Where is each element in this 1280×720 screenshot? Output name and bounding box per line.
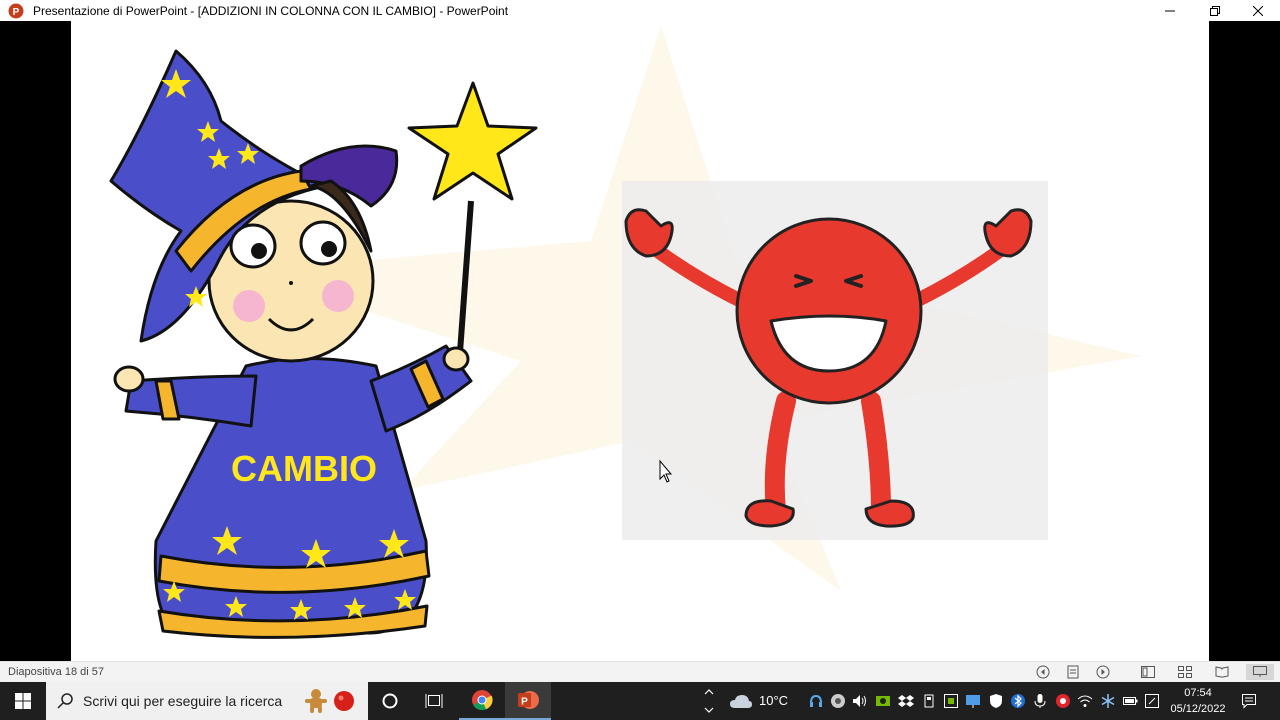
taskbar-clock[interactable]: 07:54 05/12/2022 xyxy=(1166,685,1230,717)
network-adapter-icon[interactable] xyxy=(943,693,959,709)
snowflake-icon[interactable] xyxy=(1100,693,1116,709)
minimize-icon xyxy=(1165,10,1175,11)
chrome-icon xyxy=(472,690,493,711)
task-view-button[interactable] xyxy=(411,682,457,720)
wizard-robe-text: CAMBIO xyxy=(231,448,377,489)
window-titlebar: P Presentazione di PowerPoint - [ADDIZIO… xyxy=(0,0,1280,21)
window-title: Presentazione di PowerPoint - [ADDIZIONI… xyxy=(33,3,509,18)
clock-date: 05/12/2022 xyxy=(1170,703,1226,715)
windows-icon xyxy=(15,693,31,709)
svg-text:P: P xyxy=(521,697,528,708)
close-button[interactable] xyxy=(1236,0,1280,21)
slideshow-icon xyxy=(1253,666,1267,677)
slideshow-button[interactable] xyxy=(1246,664,1274,680)
slideshow-stage: CAMBIO xyxy=(0,21,1280,661)
minimize-button[interactable] xyxy=(1148,0,1192,21)
gingerbread-icon xyxy=(305,689,327,713)
next-icon xyxy=(1096,665,1110,679)
camera-tray-icon[interactable] xyxy=(830,693,846,709)
security-shield-icon[interactable] xyxy=(988,693,1004,709)
reading-view-icon xyxy=(1215,666,1229,678)
microphone-icon[interactable] xyxy=(1032,693,1048,709)
close-icon xyxy=(1253,5,1263,16)
restore-icon xyxy=(1210,5,1220,16)
slide-menu-button[interactable] xyxy=(1064,664,1082,680)
slide-sorter-icon xyxy=(1178,666,1192,678)
search-icon xyxy=(57,693,73,709)
restore-button[interactable] xyxy=(1193,0,1237,21)
taskbar: Scrivi qui per eseguire la ricerca P 10°… xyxy=(0,682,1280,720)
statusbar: Diapositiva 18 di 57 xyxy=(0,661,1280,682)
weather-temperature[interactable]: 10°C xyxy=(759,682,788,720)
powerpoint-taskbar-button[interactable]: P xyxy=(505,682,551,720)
previous-icon xyxy=(1036,665,1050,679)
headset-icon[interactable] xyxy=(808,693,824,709)
powerpoint-icon: P xyxy=(518,691,539,709)
slide-canvas: CAMBIO xyxy=(109,26,1141,639)
powerpoint-icon: P xyxy=(8,3,24,18)
weather-cloud-icon[interactable] xyxy=(729,693,753,709)
next-slide-button[interactable] xyxy=(1094,664,1112,680)
normal-view-button[interactable] xyxy=(1139,664,1157,680)
wand-star xyxy=(407,81,538,201)
normal-view-icon xyxy=(1141,666,1155,678)
recording-icon[interactable] xyxy=(1055,693,1071,709)
slide-counter: Diapositiva 18 di 57 xyxy=(8,666,105,678)
keyboard-layout-icon[interactable] xyxy=(1144,693,1160,709)
cortana-button[interactable] xyxy=(367,682,413,720)
reading-view-button[interactable] xyxy=(1213,664,1231,680)
slide-sorter-button[interactable] xyxy=(1176,664,1194,680)
taskbar-search-box[interactable]: Scrivi qui per eseguire la ricerca xyxy=(46,682,368,720)
smiley-face xyxy=(735,217,923,405)
menu-icon xyxy=(1067,665,1079,679)
clock-time: 07:54 xyxy=(1184,687,1212,699)
search-placeholder: Scrivi qui per eseguire la ricerca xyxy=(83,693,283,709)
task-view-icon xyxy=(425,694,443,708)
start-button[interactable] xyxy=(0,682,46,720)
notifications-icon[interactable] xyxy=(1241,693,1257,709)
svg-text:P: P xyxy=(13,7,20,18)
volume-icon[interactable] xyxy=(852,693,868,709)
nvidia-icon[interactable] xyxy=(875,693,891,709)
usb-icon[interactable] xyxy=(921,693,937,709)
chrome-button[interactable] xyxy=(459,682,505,720)
display-settings-icon[interactable] xyxy=(965,693,981,709)
bluetooth-icon[interactable] xyxy=(1010,693,1026,709)
previous-slide-button[interactable] xyxy=(1034,664,1052,680)
wifi-icon[interactable] xyxy=(1077,693,1093,709)
smiley-picture xyxy=(622,181,1048,540)
slide[interactable]: CAMBIO xyxy=(71,21,1209,661)
battery-icon[interactable] xyxy=(1122,693,1138,709)
ornament-icon xyxy=(334,691,354,711)
cortana-icon xyxy=(382,693,398,709)
dropbox-icon[interactable] xyxy=(898,693,914,709)
show-hidden-icons-icon[interactable] xyxy=(704,686,714,716)
